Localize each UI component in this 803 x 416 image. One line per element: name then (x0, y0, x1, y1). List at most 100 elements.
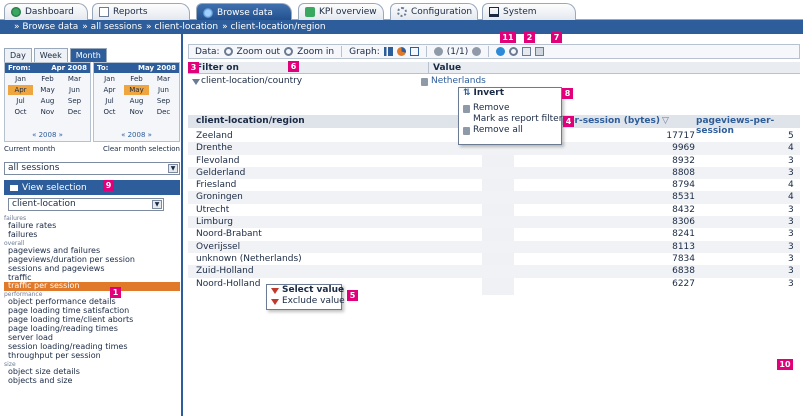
month-cell[interactable]: Aug (35, 96, 60, 106)
region-cell[interactable]: Gelderland (196, 168, 245, 178)
region-cell[interactable]: Friesland (196, 180, 236, 190)
region-cell[interactable]: Zuid-Holland (196, 266, 254, 276)
prev-page-icon[interactable] (433, 47, 443, 56)
breadcrumb-item[interactable]: » client-location (146, 22, 218, 32)
session-select[interactable]: all sessions ▼ (4, 162, 180, 175)
month-cell[interactable]: Aug (124, 96, 149, 106)
pageviews-cell: 4 (788, 192, 794, 203)
tab-week[interactable]: Week (33, 48, 68, 62)
month-cell[interactable]: Jun (151, 85, 176, 95)
remove-all-menu-item[interactable]: Remove all (459, 125, 561, 136)
nav-item[interactable]: throughput per session (4, 351, 180, 361)
region-cell[interactable]: Zeeland (196, 131, 233, 141)
mark-report-filter-menu-item[interactable]: Mark as report filter (459, 114, 562, 125)
month-cell[interactable]: Dec (62, 107, 87, 117)
region-cell[interactable]: Drenthe (196, 143, 232, 153)
month-cell[interactable]: Nov (124, 107, 149, 117)
tab-browse-data[interactable]: Browse data (196, 3, 292, 21)
region-cell[interactable]: Noord-Brabant (196, 229, 262, 239)
tab-dashboard[interactable]: Dashboard (4, 3, 88, 20)
pie-chart-icon[interactable] (396, 47, 406, 56)
location-select[interactable]: client-location ▼ (8, 198, 164, 211)
table-row[interactable]: Noord-Brabant 8241 3 (188, 228, 800, 240)
zoom-out-button[interactable]: Zoom out (237, 47, 281, 57)
tab-reports[interactable]: Reports (92, 3, 190, 20)
print-icon[interactable] (535, 47, 545, 56)
table-row[interactable]: Gelderland 8808 3 (188, 166, 800, 180)
nav-item[interactable]: traffic per session (4, 282, 180, 292)
calendar-links: Current month Clear month selection (4, 145, 180, 153)
column-header-region[interactable]: client-location/region (196, 116, 305, 126)
remove-menu-item[interactable]: Remove (459, 103, 561, 114)
current-month-link[interactable]: Current month (4, 145, 55, 153)
region-cell[interactable]: Noord-Holland (196, 279, 260, 289)
month-cell[interactable]: Oct (8, 107, 33, 117)
info-icon[interactable] (496, 47, 506, 56)
search-icon[interactable] (509, 47, 519, 56)
month-cell[interactable]: Nov (35, 107, 60, 117)
tab-day[interactable]: Day (4, 48, 32, 62)
nav-item[interactable]: failures (4, 230, 180, 240)
table-row[interactable]: Overijssel 8113 3 (188, 240, 800, 253)
month-cell[interactable]: Sep (151, 96, 176, 106)
region-cell[interactable]: unknown (Netherlands) (196, 254, 302, 264)
month-cell[interactable]: May (35, 85, 60, 95)
breadcrumb-item[interactable]: » all sessions (82, 22, 142, 32)
zoom-in-button[interactable]: Zoom in (297, 47, 334, 57)
marker-4: 4 (563, 116, 574, 127)
table-icon[interactable] (409, 47, 419, 56)
monitor-icon (489, 7, 499, 17)
month-cell[interactable]: Feb (35, 74, 60, 84)
region-cell[interactable]: Overijssel (196, 242, 240, 252)
export-icon[interactable] (522, 47, 532, 56)
tab-label: Dashboard (25, 7, 74, 17)
to-year-nav[interactable]: « 2008 » (94, 131, 179, 139)
trash-icon[interactable] (421, 78, 428, 86)
month-cell[interactable]: Mar (62, 74, 87, 84)
from-year-nav[interactable]: « 2008 » (5, 131, 90, 139)
table-row[interactable]: Limburg 8306 3 (188, 216, 800, 229)
exclude-value-menu-item[interactable]: Exclude value (267, 296, 345, 307)
region-cell[interactable]: Utrecht (196, 205, 229, 215)
table-row[interactable]: Groningen 8531 4 (188, 191, 800, 204)
table-row[interactable]: unknown (Netherlands) 7834 3 (188, 253, 800, 265)
table-row[interactable]: Friesland 8794 4 (188, 179, 800, 191)
month-cell[interactable]: Jan (8, 74, 33, 84)
sort-desc-icon[interactable]: ▽ (662, 116, 669, 126)
table-row[interactable]: Utrecht 8432 3 (188, 204, 800, 216)
nav-item[interactable]: objects and size (4, 376, 180, 386)
month-cell[interactable]: Mar (151, 74, 176, 84)
invert-menu-item[interactable]: ⇅ Invert (459, 88, 561, 99)
month-cell[interactable]: May (124, 85, 149, 95)
pageviews-cell: 3 (788, 241, 794, 252)
month-cell[interactable]: Oct (97, 107, 122, 117)
tab-configuration[interactable]: Configuration (390, 3, 478, 20)
next-page-icon[interactable] (472, 47, 482, 56)
month-cell[interactable]: Jul (97, 96, 122, 106)
table-row[interactable]: Flevoland 8932 3 (188, 155, 800, 167)
column-header-traffic-per-session[interactable]: per-session (bytes) (562, 116, 660, 126)
tab-kpi-overview[interactable]: KPI overview (298, 3, 384, 20)
view-selection-header[interactable]: View selection (4, 180, 180, 195)
bar-chart-icon[interactable] (383, 47, 393, 56)
month-cell[interactable]: Apr (97, 85, 122, 95)
month-cell[interactable]: Feb (124, 74, 149, 84)
column-divider (428, 62, 429, 74)
region-cell[interactable]: Limburg (196, 217, 233, 227)
filter-value-link[interactable]: Netherlands (431, 76, 486, 86)
table-row[interactable]: Zuid-Holland 6838 3 (188, 265, 800, 278)
select-value-menu-item[interactable]: Select value (267, 285, 344, 296)
month-cell[interactable]: Jun (62, 85, 87, 95)
month-cell[interactable]: Sep (62, 96, 87, 106)
region-cell[interactable]: Flevoland (196, 156, 239, 166)
clear-month-link[interactable]: Clear month selection (103, 145, 180, 153)
region-cell[interactable]: Groningen (196, 192, 243, 202)
toolbar-divider (488, 46, 490, 57)
breadcrumb-item[interactable]: » Browse data (14, 22, 78, 32)
tab-month[interactable]: Month (69, 48, 107, 62)
tab-system[interactable]: System (482, 3, 576, 20)
month-cell[interactable]: Apr (8, 85, 33, 95)
month-cell[interactable]: Jan (97, 74, 122, 84)
month-cell[interactable]: Jul (8, 96, 33, 106)
month-cell[interactable]: Dec (151, 107, 176, 117)
